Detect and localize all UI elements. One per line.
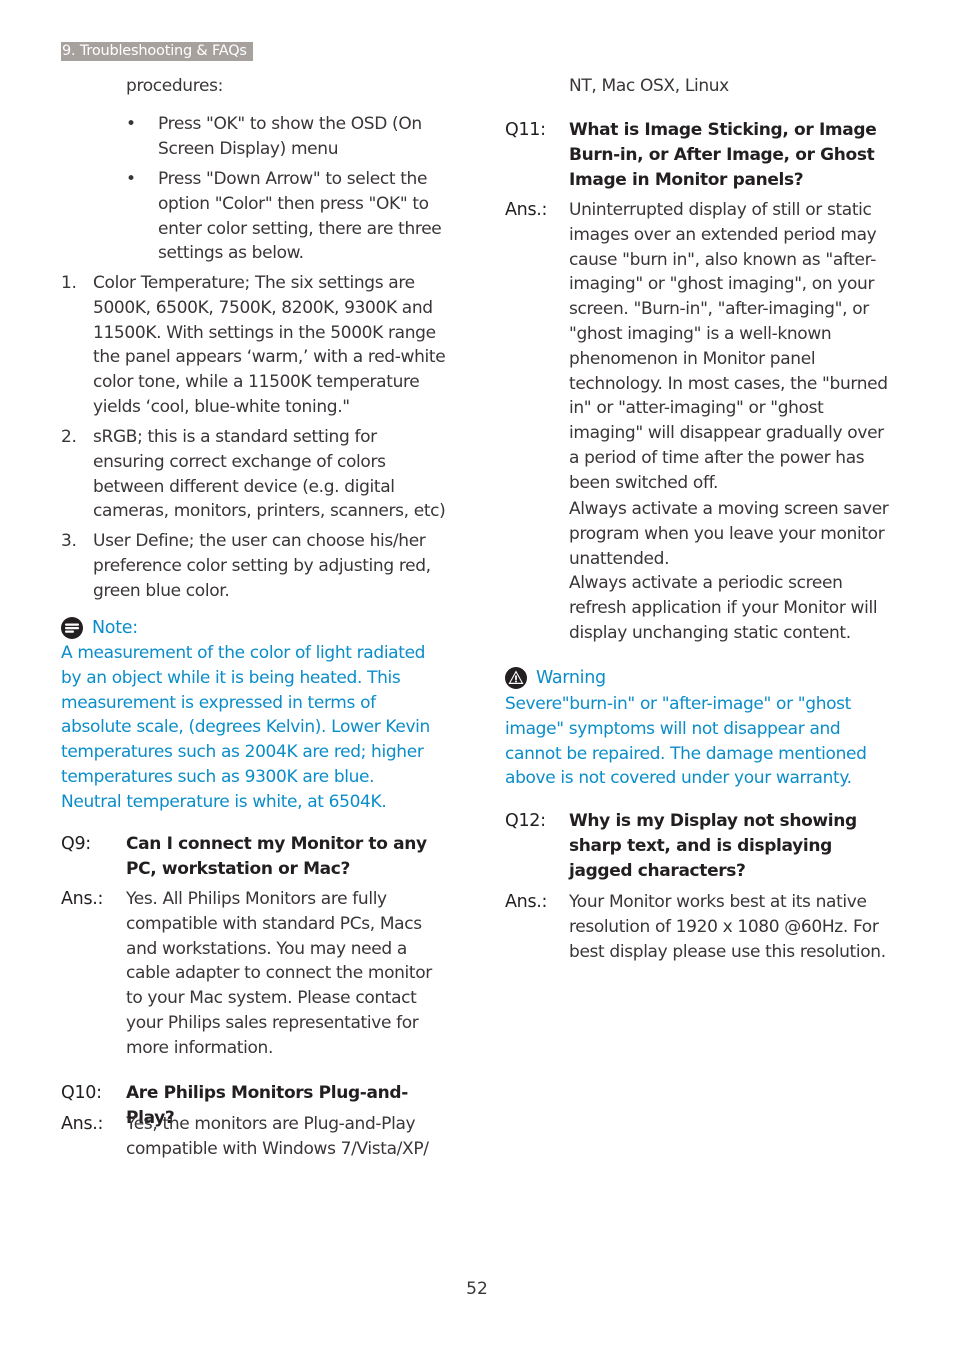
warning-heading: Warning [505, 666, 606, 690]
page-number: 52 [466, 1279, 488, 1299]
warning-text: Severe"burn-in" or "after-image" or "gho… [505, 694, 867, 789]
q12-label: Q12: [505, 811, 546, 831]
bullet-text: Press "OK" to show the OSD (On Screen Di… [158, 114, 422, 159]
bullet-item: • Press "OK" to show the OSD (On Screen … [126, 112, 451, 162]
q12-answer-label: Ans.: [505, 892, 548, 912]
q12-question: Why is my Display not showing sharp text… [569, 811, 857, 881]
section-tag: 9. Troubleshooting & FAQs [61, 42, 253, 61]
q10-label: Q10: [61, 1083, 102, 1103]
q9-question: Can I connect my Monitor to any PC, work… [126, 834, 427, 879]
q9-answer: Yes. All Philips Monitors are fully comp… [126, 889, 432, 1058]
q9-answer-label: Ans.: [61, 889, 104, 909]
warning-title: Warning [536, 668, 606, 688]
note-title: Note: [92, 618, 138, 638]
note-text: A measurement of the color of light radi… [61, 643, 430, 812]
q12-answer: Your Monitor works best at its native re… [569, 892, 886, 962]
note-heading: Note: [61, 616, 138, 640]
q9-label: Q9: [61, 834, 91, 854]
q10-answer-label: Ans.: [61, 1114, 104, 1134]
item-number: 1. [61, 273, 77, 293]
item-number: 3. [61, 531, 77, 551]
q11-answer-label: Ans.: [505, 200, 548, 220]
continuation-text: NT, Mac OSX, Linux [569, 76, 729, 96]
intro-text: procedures: [126, 76, 223, 96]
q10-answer: Yes, the monitors are Plug-and-Play comp… [126, 1114, 429, 1159]
q11-label: Q11: [505, 120, 546, 140]
item-number: 2. [61, 427, 77, 447]
q11-answer-paragraph: Always activate a periodic screen refres… [569, 573, 878, 643]
q11-question: What is Image Sticking, or Image Burn-in… [569, 120, 877, 190]
bullet-text: Press "Down Arrow" to select the option … [158, 169, 442, 264]
bullet-icon: • [126, 169, 136, 189]
q11-answer-paragraph: Always activate a moving screen saver pr… [569, 499, 889, 569]
note-icon [61, 617, 83, 639]
item-text: User Define; the user can choose his/her… [93, 531, 431, 601]
bullet-item: • Press "Down Arrow" to select the optio… [126, 167, 451, 267]
bullet-icon: • [126, 114, 136, 134]
item-text: Color Temperature; The six settings are … [93, 273, 446, 417]
item-text: sRGB; this is a standard setting for ens… [93, 427, 446, 522]
q11-answer-paragraph: Uninterrupted display of still or static… [569, 200, 888, 493]
warning-icon [505, 667, 527, 689]
